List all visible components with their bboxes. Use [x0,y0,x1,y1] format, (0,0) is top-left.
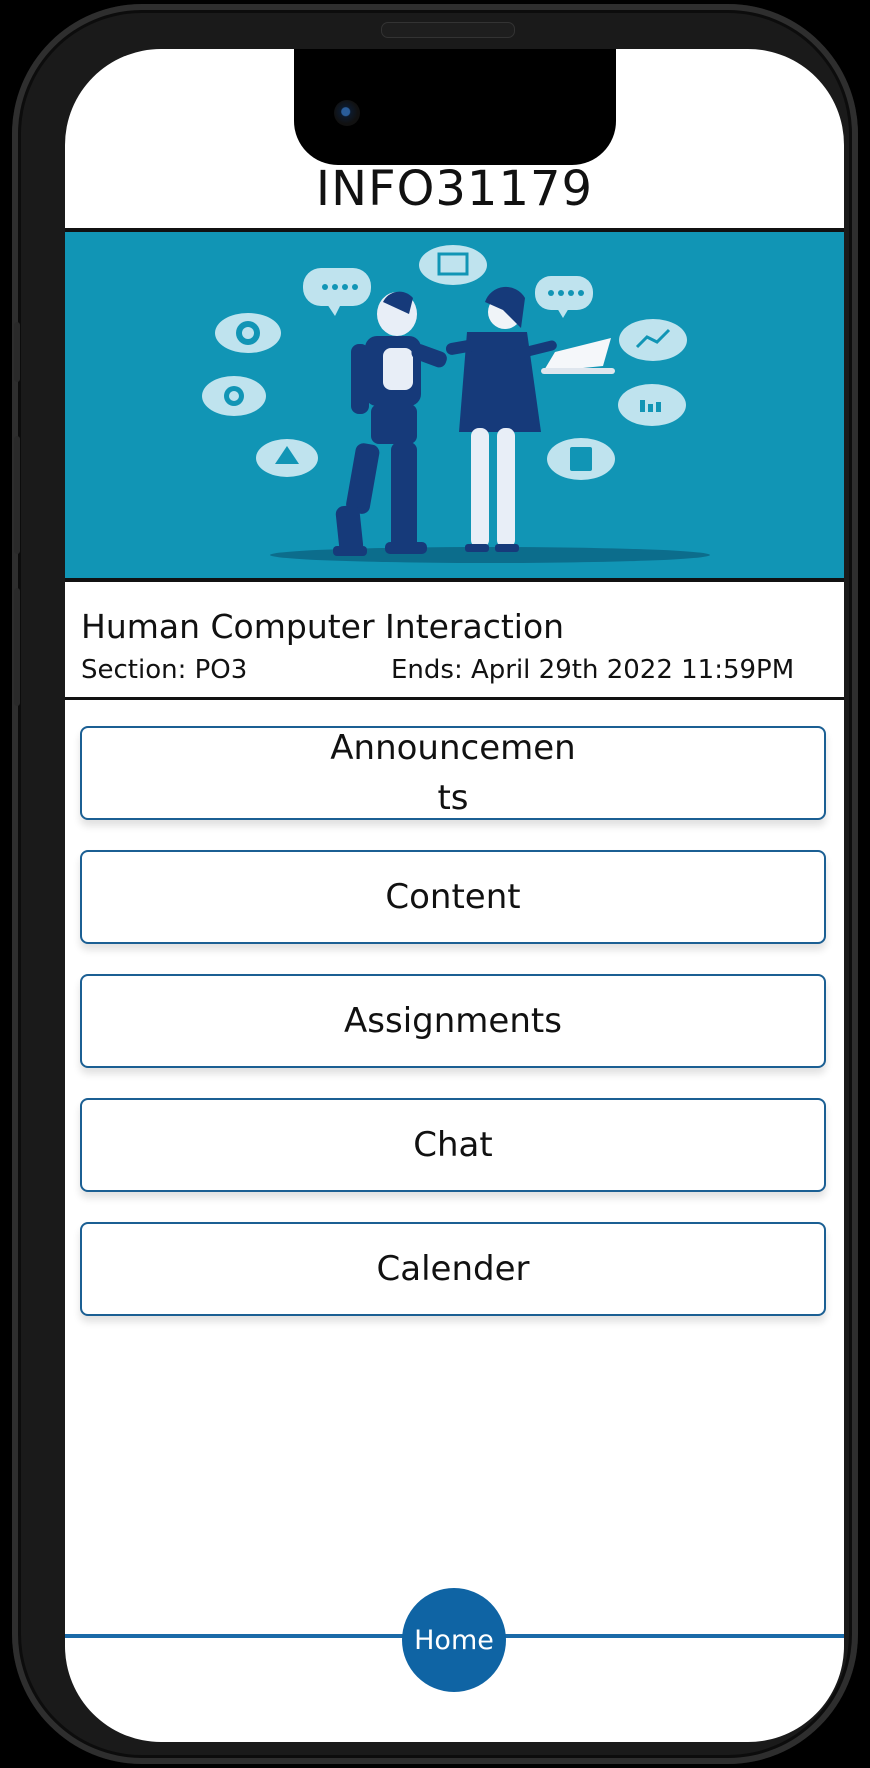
calender-button-label: Calender [376,1249,530,1289]
chat-button[interactable]: Chat [80,1098,826,1192]
notch [294,49,616,165]
home-button-label: Home [414,1624,494,1656]
robot-woman-illustration [202,245,710,563]
mute-switch [14,322,20,382]
phone-frame: INFO31179 Human Computer Interaction Sec… [12,4,858,1764]
earpiece-speaker [381,22,515,38]
course-section: Section: PO3 [81,655,248,685]
content-button-label: Content [385,877,521,917]
volume-up-button [14,436,20,554]
content-button[interactable]: Content [80,850,826,944]
app-screen: INFO31179 Human Computer Interaction Sec… [65,49,844,1742]
assignments-button[interactable]: Assignments [80,974,826,1068]
assignments-button-label: Assignments [344,1001,562,1041]
home-button[interactable]: Home [402,1588,506,1692]
calender-button[interactable]: Calender [80,1222,826,1316]
announcements-button-label: Announcements [330,728,576,818]
chat-button-label: Chat [413,1125,493,1165]
course-banner-image [65,232,844,579]
page-title: INFO31179 [315,161,594,217]
volume-down-button [14,588,20,706]
course-name: Human Computer Interaction [81,607,565,646]
announcements-button[interactable]: Announcements [80,726,826,820]
course-end-date: Ends: April 29th 2022 11:59PM [391,655,795,685]
banner-divider [65,578,844,582]
info-divider [65,697,844,700]
front-camera-icon [334,100,360,126]
